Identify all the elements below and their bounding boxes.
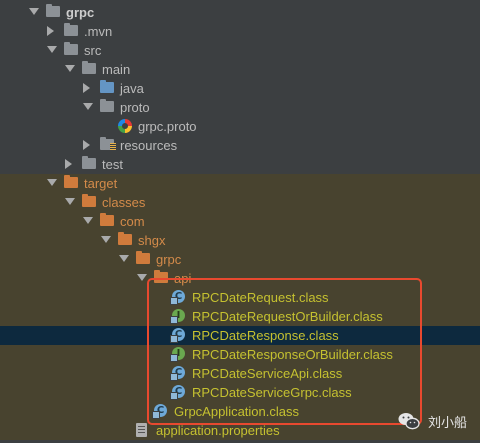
folder-icon [64,42,78,55]
folder-icon [100,99,114,112]
tree-row[interactable]: .mvn [0,22,480,41]
tree-row[interactable]: grpc.proto [0,117,480,136]
tree-row[interactable]: grpc [0,250,480,269]
expand-arrow-down-icon[interactable] [83,103,93,110]
tree-row-label: test [102,157,123,172]
folder-icon [82,156,96,169]
tree-row[interactable]: test [0,155,480,174]
tree-row[interactable]: shgx [0,231,480,250]
collapse-arrow-right-icon[interactable] [83,140,90,150]
tree-row[interactable]: java [0,79,480,98]
folder-icon [118,232,132,245]
expand-arrow-down-icon[interactable] [29,8,39,15]
expand-arrow-down-icon[interactable] [47,179,57,186]
tree-row[interactable]: grpc [0,3,480,22]
folder-icon [100,80,114,93]
tree-row-label: proto [120,100,150,115]
expand-arrow-down-icon[interactable] [83,217,93,224]
tree-row[interactable]: classes [0,193,480,212]
tree-row[interactable]: target [0,174,480,193]
tree-row-label: .mvn [84,24,113,39]
watermark-text: 刘小船 [428,415,468,430]
tree-row-label: classes [102,195,146,210]
tree-row[interactable]: resources [0,136,480,155]
tree-row-label: grpc [156,252,182,267]
folder-icon [64,175,78,188]
tree-row-label: grpc [66,5,95,20]
collapse-arrow-right-icon[interactable] [47,26,54,36]
tree-row-label: shgx [138,233,166,248]
wechat-icon [398,413,420,430]
tree-row-label: main [102,62,131,77]
tree-row-label: grpc.proto [138,119,197,134]
folder-icon [46,4,60,17]
tree-row-label: java [120,81,144,96]
tree-row-label: com [120,214,145,229]
tree-row[interactable]: proto [0,98,480,117]
collapse-arrow-right-icon[interactable] [83,83,90,93]
resources-folder-icon [100,137,116,151]
proto-file-icon [118,119,132,133]
tree-row[interactable]: main [0,60,480,79]
tree-row-label: target [84,176,118,191]
folder-icon [82,61,96,74]
collapse-arrow-right-icon[interactable] [65,159,72,169]
tree-row-label: src [84,43,102,58]
properties-file-icon [136,423,147,437]
expand-arrow-down-icon[interactable] [65,198,75,205]
folder-icon [136,251,150,264]
folder-icon [82,194,96,207]
tree-row[interactable]: src [0,41,480,60]
tree-row-label: resources [120,138,178,153]
expand-arrow-down-icon[interactable] [119,255,129,262]
tree-row[interactable]: com [0,212,480,231]
folder-icon [100,213,114,226]
highlight-box [147,278,422,425]
expand-arrow-down-icon[interactable] [137,274,147,281]
folder-icon [64,23,78,36]
expand-arrow-down-icon[interactable] [47,46,57,53]
expand-arrow-down-icon[interactable] [65,65,75,72]
expand-arrow-down-icon[interactable] [101,236,111,243]
